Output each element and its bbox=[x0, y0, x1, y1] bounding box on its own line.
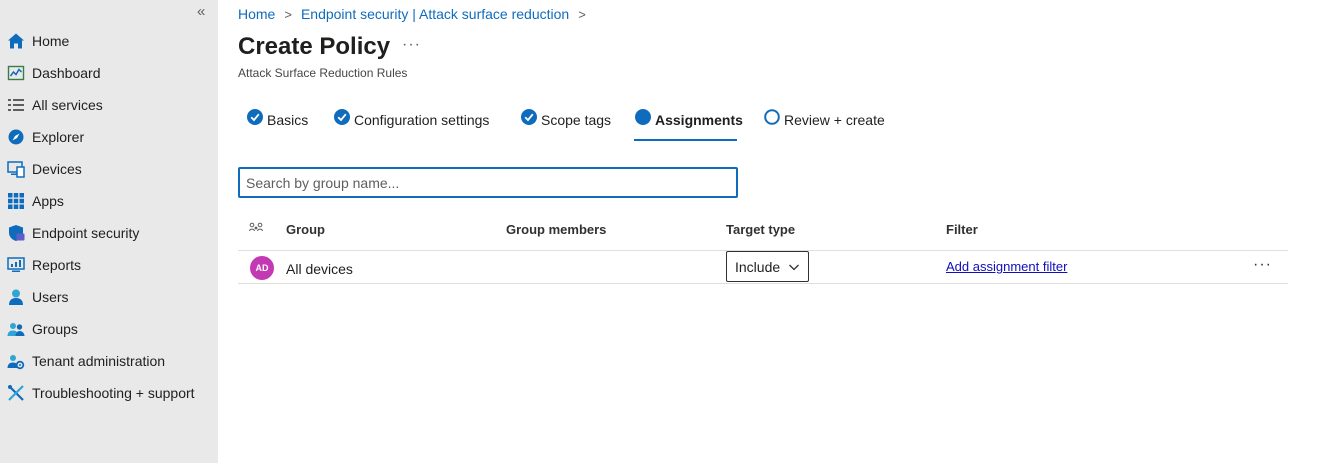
checkmark-circle-icon bbox=[247, 109, 263, 125]
sidebar-item-endpoint-security[interactable]: Endpoint security bbox=[0, 219, 218, 247]
apps-grid-icon bbox=[8, 193, 24, 209]
checkmark-circle-icon bbox=[334, 109, 350, 125]
tab-scope-tags[interactable]: Scope tags bbox=[521, 108, 611, 142]
filled-circle-icon bbox=[635, 109, 651, 125]
group-name: All devices bbox=[286, 261, 353, 277]
sidebar-item-label: Dashboard bbox=[32, 65, 101, 81]
devices-icon bbox=[7, 161, 25, 178]
sidebar-item-label: Endpoint security bbox=[32, 225, 140, 241]
sidebar-item-label: Apps bbox=[32, 193, 64, 209]
tenant-admin-icon bbox=[7, 355, 25, 370]
shield-icon bbox=[9, 225, 25, 241]
chevron-down-icon bbox=[789, 264, 799, 271]
column-header-target-type[interactable]: Target type bbox=[726, 222, 795, 237]
explorer-icon bbox=[8, 129, 24, 145]
sidebar-item-groups[interactable]: Groups bbox=[0, 315, 218, 343]
breadcrumb-separator: > bbox=[578, 6, 586, 22]
breadcrumb-endpoint-security-link[interactable]: Endpoint security | Attack surface reduc… bbox=[301, 6, 569, 22]
collapse-sidebar-button[interactable]: « bbox=[197, 3, 205, 20]
sidebar-item-reports[interactable]: Reports bbox=[0, 251, 218, 279]
sidebar-item-apps[interactable]: Apps bbox=[0, 187, 218, 215]
sidebar-item-devices[interactable]: Devices bbox=[0, 155, 218, 183]
tab-configuration-settings[interactable]: Configuration settings bbox=[334, 108, 494, 142]
tab-label: Review + create bbox=[784, 112, 885, 128]
sidebar-item-label: Explorer bbox=[32, 129, 85, 145]
tab-label: Scope tags bbox=[541, 112, 612, 128]
user-icon bbox=[9, 289, 23, 305]
sidebar: « Home Dashboard All services Explorer D… bbox=[0, 0, 218, 463]
sidebar-item-label: Users bbox=[32, 289, 69, 305]
breadcrumb-home-link[interactable]: Home bbox=[238, 6, 275, 22]
column-header-group[interactable]: Group bbox=[286, 222, 325, 237]
tab-label: Basics bbox=[267, 112, 309, 128]
add-assignment-filter-link[interactable]: Add assignment filter bbox=[946, 259, 1067, 274]
avatar: AD bbox=[250, 256, 274, 280]
sidebar-item-label: Groups bbox=[32, 321, 78, 337]
tab-label: Assignments bbox=[655, 112, 743, 128]
troubleshooting-icon bbox=[8, 385, 24, 401]
sidebar-item-users[interactable]: Users bbox=[0, 283, 218, 311]
target-type-dropdown[interactable]: Include bbox=[726, 251, 809, 282]
breadcrumb-separator: > bbox=[284, 6, 292, 22]
sidebar-item-label: All services bbox=[32, 97, 103, 113]
active-tab-indicator bbox=[634, 139, 737, 141]
tab-basics[interactable]: Basics bbox=[247, 108, 317, 142]
list-icon bbox=[8, 99, 24, 111]
sidebar-item-troubleshooting[interactable]: Troubleshooting + support bbox=[0, 379, 218, 407]
sidebar-item-all-services[interactable]: All services bbox=[0, 91, 218, 119]
home-icon bbox=[8, 33, 24, 49]
sidebar-item-tenant-administration[interactable]: Tenant administration bbox=[0, 347, 218, 375]
sidebar-item-label: Reports bbox=[32, 257, 82, 273]
group-type-icon bbox=[249, 222, 263, 232]
sidebar-item-dashboard[interactable]: Dashboard bbox=[0, 59, 218, 87]
reports-icon bbox=[7, 257, 25, 272]
column-header-filter[interactable]: Filter bbox=[946, 222, 978, 237]
column-header-group-members[interactable]: Group members bbox=[506, 222, 606, 237]
target-type-value: Include bbox=[735, 258, 781, 275]
group-search-input[interactable] bbox=[238, 167, 738, 198]
page-subtitle: Attack Surface Reduction Rules bbox=[238, 66, 408, 80]
dashboard-icon bbox=[7, 65, 25, 81]
groups-icon bbox=[7, 323, 25, 336]
row-more-options-button[interactable]: ··· bbox=[1253, 256, 1272, 274]
page-title: Create Policy bbox=[238, 33, 391, 60]
main-content: Home > Endpoint security | Attack surfac… bbox=[238, 0, 1321, 463]
empty-circle-icon bbox=[764, 109, 780, 125]
sidebar-item-label: Tenant administration bbox=[32, 353, 166, 369]
tab-assignments[interactable]: Assignments bbox=[635, 108, 743, 142]
sidebar-item-label: Home bbox=[32, 33, 70, 49]
sidebar-item-explorer[interactable]: Explorer bbox=[0, 123, 218, 151]
tab-review-create[interactable]: Review + create bbox=[764, 108, 889, 142]
checkmark-circle-icon bbox=[521, 109, 537, 125]
table-row-divider bbox=[238, 283, 1288, 284]
more-options-button[interactable]: ··· bbox=[402, 36, 421, 54]
sidebar-item-home[interactable]: Home bbox=[0, 27, 218, 55]
breadcrumb: Home > Endpoint security | Attack surfac… bbox=[238, 6, 595, 22]
tab-label: Configuration settings bbox=[354, 112, 490, 128]
sidebar-item-label: Troubleshooting + support bbox=[32, 385, 195, 401]
sidebar-item-label: Devices bbox=[32, 161, 82, 177]
